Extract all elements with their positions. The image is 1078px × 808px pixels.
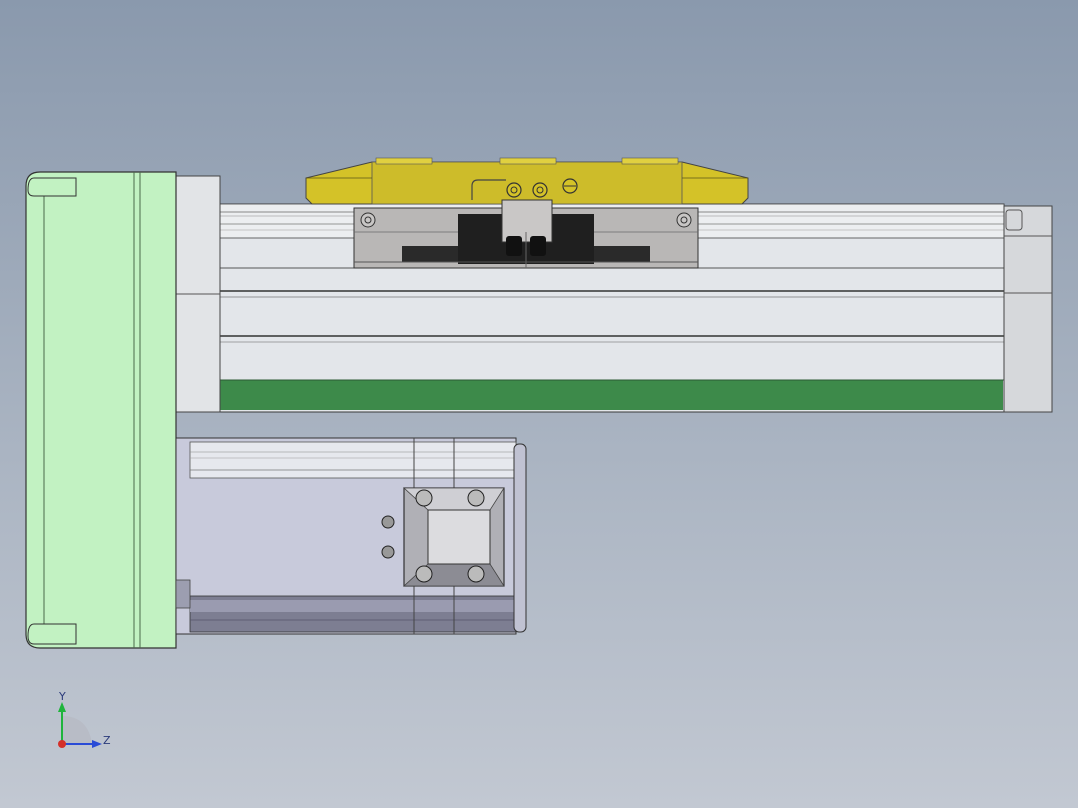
block-screw-icon	[360, 212, 376, 228]
cable-gland-icon	[381, 515, 395, 529]
rail-end-cap[interactable]	[1003, 205, 1053, 413]
motor-end-cap[interactable]	[25, 171, 177, 649]
connector-screw-icon	[467, 489, 485, 507]
connector-screw-icon	[415, 565, 433, 583]
rail-green-stripe	[219, 380, 1003, 410]
plate-screw-icon	[506, 182, 522, 198]
cable-gland-icon	[381, 545, 395, 559]
block-screw-icon	[676, 212, 692, 228]
triad-z-label: Z	[103, 734, 111, 747]
model-canvas[interactable]: Y Z	[0, 0, 1078, 808]
triad-y-label: Y	[58, 690, 66, 703]
connector-screw-icon	[415, 489, 433, 507]
view-triad: Y Z	[58, 690, 111, 748]
carriage-plate[interactable]	[305, 157, 749, 205]
carriage-block[interactable]	[353, 199, 699, 269]
coupling-housing[interactable]	[175, 175, 221, 413]
triad-x-axis	[58, 740, 66, 748]
connector-screw-icon	[467, 565, 485, 583]
plate-screw-icon	[532, 182, 548, 198]
cad-viewport[interactable]: Y Z	[0, 0, 1078, 808]
